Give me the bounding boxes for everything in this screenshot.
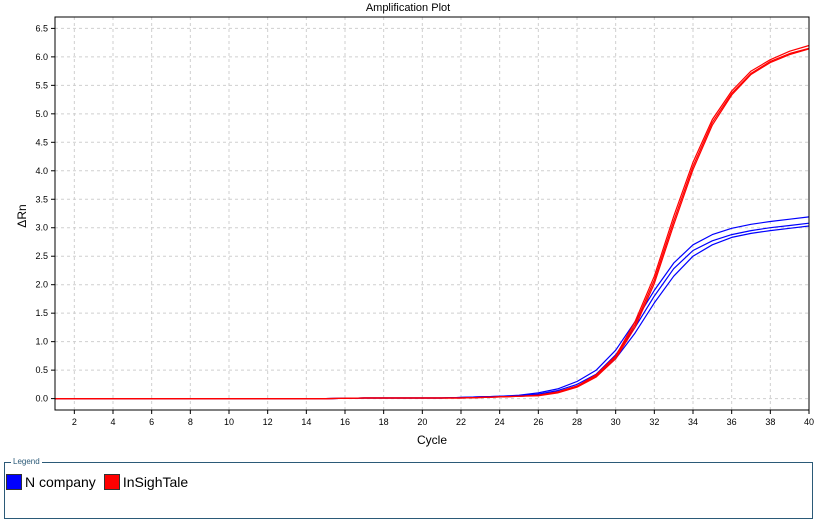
- x-axis-title: Cycle: [417, 433, 447, 447]
- y-tick-label: 5.5: [35, 80, 48, 90]
- x-tick-label: 16: [340, 417, 350, 427]
- x-tick-label: 30: [611, 417, 621, 427]
- legend-item-insightale: InSighTale: [103, 474, 189, 490]
- x-tick-label: 10: [224, 417, 234, 427]
- x-tick-label: 12: [263, 417, 273, 427]
- y-axis-title: ΔRn: [15, 204, 29, 227]
- legend: Legend N company InSighTale: [4, 456, 813, 519]
- x-tick-label: 14: [301, 417, 311, 427]
- x-tick-label: 2: [72, 417, 77, 427]
- x-tick-label: 32: [649, 417, 659, 427]
- x-tick-label: 40: [804, 417, 814, 427]
- y-tick-label: 1.5: [35, 308, 48, 318]
- legend-label-insightale: InSighTale: [122, 474, 189, 490]
- x-tick-label: 6: [149, 417, 154, 427]
- x-tick-label: 18: [379, 417, 389, 427]
- series-line-insightale-5: [55, 48, 810, 400]
- y-tick-label: 2.5: [35, 251, 48, 261]
- legend-label-n-company: N company: [25, 474, 96, 490]
- y-tick-label: 0.0: [35, 394, 48, 404]
- y-tick-label: 1.0: [35, 337, 48, 347]
- legend-items: N company InSighTale: [6, 474, 196, 490]
- axis-ticks: 2 4 6 8 10 12 14 16 18 20 22 24 26 28 30 32 34 36 38 400.00…: [35, 23, 814, 427]
- legend-title: Legend: [11, 456, 42, 468]
- amplification-plot: Amplification Plot 2 4 6 8 10 12 14 16 18 20 22 24 2…: [0, 0, 817, 458]
- y-tick-label: 4.0: [35, 166, 48, 176]
- y-tick-label: 3.0: [35, 223, 48, 233]
- x-tick-label: 26: [533, 417, 543, 427]
- x-tick-label: 20: [417, 417, 427, 427]
- series-lines: [55, 44, 810, 400]
- series-line-n-company-2: [55, 225, 810, 400]
- x-tick-label: 36: [727, 417, 737, 427]
- chart-canvas: Amplification Plot 2 4 6 8 10 12 14 16 18 20 22 24 2…: [15, 2, 814, 447]
- x-tick-label: 34: [688, 417, 698, 427]
- x-tick-label: 38: [765, 417, 775, 427]
- series-line-insightale-4: [55, 47, 810, 400]
- series-line-n-company-0: [55, 216, 810, 400]
- x-tick-label: 8: [188, 417, 193, 427]
- y-tick-label: 0.5: [35, 365, 48, 375]
- y-tick-label: 5.0: [35, 109, 48, 119]
- legend-item-n-company: N company: [6, 474, 96, 490]
- chart-title: Amplification Plot: [366, 2, 450, 14]
- y-tick-label: 3.5: [35, 194, 48, 204]
- legend-swatch-insightale: [103, 474, 120, 490]
- y-tick-label: 2.0: [35, 280, 48, 290]
- plot-frame: [54, 16, 810, 411]
- y-tick-label: 6.5: [35, 23, 48, 33]
- legend-swatch-n-company: [6, 474, 22, 490]
- grid: [55, 17, 810, 410]
- y-tick-label: 4.5: [35, 137, 48, 147]
- x-tick-label: 22: [456, 417, 466, 427]
- series-line-n-company-1: [55, 222, 810, 400]
- y-tick-label: 6.0: [35, 52, 48, 62]
- x-tick-label: 28: [572, 417, 582, 427]
- series-line-insightale-3: [55, 44, 810, 400]
- x-tick-label: 24: [495, 417, 505, 427]
- x-tick-label: 4: [110, 417, 115, 427]
